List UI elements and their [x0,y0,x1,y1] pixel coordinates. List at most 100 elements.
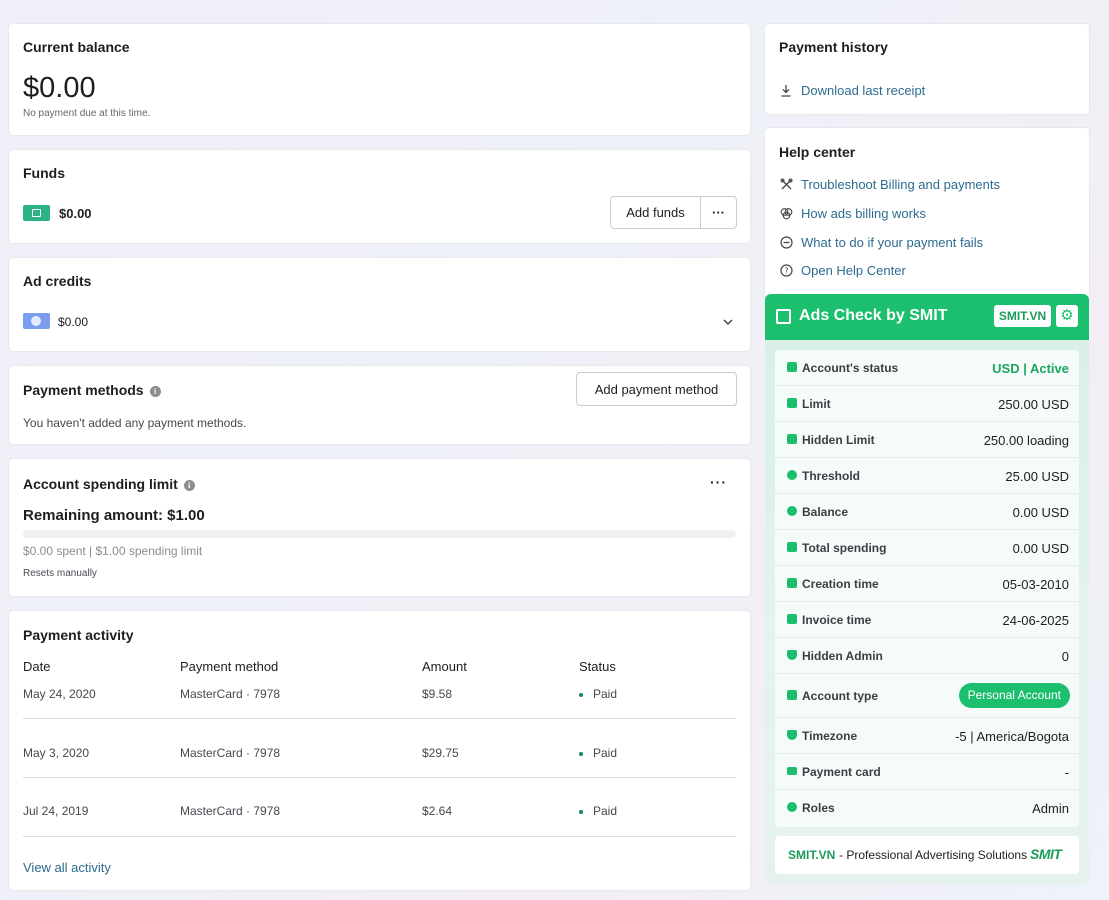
remaining-amount: Remaining amount: $1.00 [23,507,205,524]
smit-row-label: Balance [802,505,849,519]
card-icon [787,767,797,775]
gear-icon[interactable]: ⚙ [1056,305,1078,327]
row-amount: $9.58 [422,687,453,701]
smit-row-label: Account's status [802,361,899,375]
current-balance-amount: $0.00 [23,72,96,104]
smit-row-label: Hidden Limit [802,433,875,447]
smit-row-value: Admin [1032,801,1069,816]
column-header-amount: Amount [422,659,467,674]
help-center-card: Help center Troubleshoot Billing and pay… [765,128,1089,298]
chart-icon [787,362,797,372]
smit-row-label: Timezone [802,729,858,743]
smit-title: Ads Check by SMIT [799,307,948,324]
payment-methods-title: Payment methods i [23,382,161,398]
spending-limit-title: Account spending limit i [23,476,195,492]
row-date: May 3, 2020 [23,746,90,760]
payment-methods-empty: You haven't added any payment methods. [23,416,247,430]
spending-detail: $0.00 spent | $1.00 spending limit [23,544,203,558]
svg-text:?: ? [784,267,788,276]
spending-progress-bar [23,530,736,538]
payment-activity-card: Payment activity Date Payment method Amo… [9,611,750,890]
row-amount: $29.75 [422,746,459,760]
smit-row-total-spending: Total spending 0.00 USD [775,530,1079,566]
ad-credits-amount: $0.00 [58,315,89,329]
help-item-label: Open Help Center [801,263,906,278]
row-divider [23,718,736,719]
smit-row-label: Limit [802,397,831,411]
row-method: MasterCard · 7978 [180,804,281,818]
info-icon[interactable]: i [149,385,161,397]
row-divider [23,777,736,778]
wallet-icon [23,205,50,221]
smit-row-payment-card: Payment card - [775,754,1079,790]
smit-row-invoice-time: Invoice time 24-06-2025 [775,602,1079,638]
smit-badge-button[interactable]: SMIT.VN [994,305,1051,327]
help-item-open-help[interactable]: ? Open Help Center [779,263,906,278]
payment-methods-card: Payment methods i Add payment method You … [9,366,750,444]
status-dot-icon [579,809,583,814]
account-type-badge: Personal Account [958,683,1070,708]
smit-row-label: Account type [802,689,879,703]
circles-icon [779,207,793,221]
edit-icon [776,309,791,324]
smit-row-value: 250.00 loading [983,433,1069,448]
row-status: Paid [579,804,617,818]
row-date: May 24, 2020 [23,687,96,701]
row-date: Jul 24, 2019 [23,804,89,818]
spending-limit-title-text: Account spending limit [23,476,178,492]
help-item-label: What to do if your payment fails [801,235,984,250]
help-item-troubleshoot[interactable]: Troubleshoot Billing and payments [779,177,1000,192]
smit-row-label: Payment card [802,765,881,779]
column-header-method: Payment method [180,659,279,674]
smit-row-label: Roles [802,801,835,815]
smit-row-threshold: Threshold 25.00 USD [775,458,1079,494]
funds-amount: $0.00 [59,206,92,221]
row-status-text: Paid [593,746,618,760]
funds-more-button[interactable]: ··· [700,196,737,229]
smit-row-value: 05-03-2010 [1002,577,1070,592]
smit-ads-check-panel: Ads Check by SMIT SMIT.VN ⚙ Account's st… [765,294,1089,885]
user-card-icon [787,690,797,700]
smit-row-value: 24-06-2025 [1002,613,1070,628]
smit-row-hidden-limit: Hidden Limit 250.00 loading [775,422,1079,458]
payment-history-title: Payment history [779,39,888,55]
credit-icon [23,313,50,329]
smit-row-label: Threshold [802,469,861,483]
smit-footer[interactable]: SMIT.VN - Professional Advertising Solut… [775,836,1079,874]
trend-icon [787,470,797,480]
row-divider [23,836,736,837]
add-payment-method-button[interactable]: Add payment method [576,372,737,406]
smit-row-value: 25.00 USD [1005,469,1069,484]
help-item-payment-fails[interactable]: What to do if your payment fails [779,235,983,250]
row-method: MasterCard · 7978 [180,687,281,701]
info-icon[interactable]: i [183,479,195,491]
column-header-date: Date [23,659,51,674]
current-balance-note: No payment due at this time. [23,108,151,119]
calendar-icon [787,578,797,588]
shield-icon [787,650,797,660]
smit-header: Ads Check by SMIT SMIT.VN ⚙ [765,294,1089,340]
smit-row-hidden-admin: Hidden Admin 0 [775,638,1079,674]
payment-activity-title: Payment activity [23,627,134,643]
smit-logo: SMIT [1030,846,1062,862]
dollar-icon [787,506,797,516]
wallet-icon [787,542,797,552]
smit-row-value: - [1064,765,1069,780]
row-method: MasterCard · 7978 [180,746,281,760]
view-all-activity-link[interactable]: View all activity [23,860,111,875]
invoice-icon [787,614,797,624]
smit-info-list: Account's status USD | Active Limit 250.… [775,350,1079,827]
puzzle-icon [787,434,797,444]
help-center-title: Help center [779,144,856,160]
chevron-down-icon[interactable] [723,314,733,326]
smit-footer-text: - Professional Advertising Solutions [839,848,1028,862]
smit-row-value: 250.00 USD [998,397,1069,412]
smit-row-balance: Balance 0.00 USD [775,494,1079,530]
spending-limit-more-button[interactable]: ··· [710,474,727,490]
help-item-billing-works[interactable]: How ads billing works [779,206,926,221]
add-funds-button[interactable]: Add funds [610,196,701,229]
users-icon [787,802,797,812]
smit-row-limit: Limit 250.00 USD [775,386,1079,422]
download-receipt-link[interactable]: Download last receipt [779,83,925,98]
status-dot-icon [579,751,583,756]
